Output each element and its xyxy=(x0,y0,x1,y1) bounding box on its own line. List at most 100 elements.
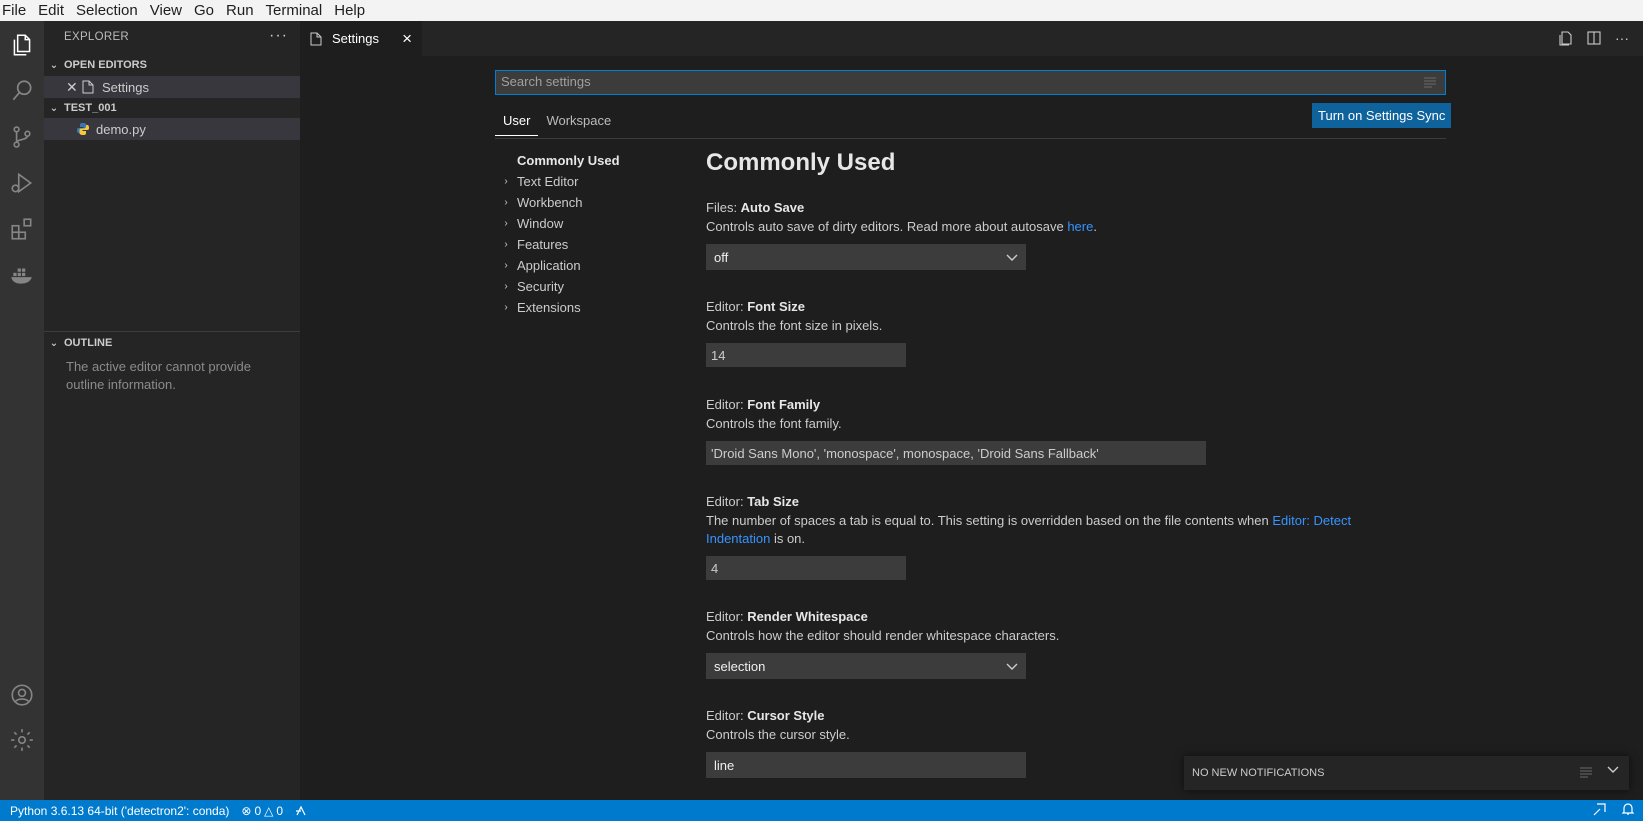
toc-label: Extensions xyxy=(517,299,581,315)
chevron-right-icon: › xyxy=(504,175,508,187)
toc-workbench[interactable]: › Workbench xyxy=(495,191,675,213)
settings-sync-button[interactable]: Turn on Settings Sync xyxy=(1312,103,1452,128)
setting-name: Editor: Font Family xyxy=(706,397,821,412)
file-icon xyxy=(300,32,332,46)
open-editors-header[interactable]: ⌄ OPEN EDITORS xyxy=(44,54,300,76)
file-icon xyxy=(82,80,102,94)
error-icon: ⊗ xyxy=(241,803,252,818)
close-icon[interactable]: × xyxy=(402,29,412,49)
setting-description: The number of spaces a tab is equal to. … xyxy=(706,513,1352,546)
auto-save-select[interactable]: off xyxy=(706,244,1026,270)
select-value: off xyxy=(714,249,729,265)
font-family-input[interactable]: 'Droid Sans Mono', 'monospace', monospac… xyxy=(706,441,1206,465)
chevron-down-icon: ⌄ xyxy=(49,59,59,71)
extensions-icon[interactable] xyxy=(0,207,44,251)
outline-header[interactable]: ⌄ OUTLINE xyxy=(44,332,300,354)
setting-description: Controls how the editor should render wh… xyxy=(706,628,1060,643)
notifications-label: NO NEW NOTIFICATIONS xyxy=(1192,767,1325,779)
toc-label: Workbench xyxy=(517,194,583,210)
close-icon[interactable]: ✕ xyxy=(66,79,82,96)
tab-bar: Settings × ··· xyxy=(300,21,1643,56)
cursor-style-select[interactable]: line xyxy=(706,752,1026,778)
explorer-sidebar: EXPLORER ··· ⌄ OPEN EDITORS ✕ Settings ⌄… xyxy=(44,21,300,800)
search-icon[interactable] xyxy=(0,69,44,113)
chevron-down-icon xyxy=(1006,250,1018,265)
setting-name: Editor: Render Whitespace xyxy=(706,609,868,624)
toc-label: Application xyxy=(517,257,581,273)
tab-user[interactable]: User xyxy=(495,109,539,136)
toc-label: Commonly Used xyxy=(517,152,620,168)
menu-edit[interactable]: Edit xyxy=(32,0,70,21)
open-json-icon[interactable] xyxy=(1557,29,1575,47)
chevron-right-icon: › xyxy=(504,259,508,271)
select-value: selection xyxy=(714,658,766,674)
setting-name: Editor: Cursor Style xyxy=(706,708,825,723)
menu-run[interactable]: Run xyxy=(220,0,260,21)
chevron-down-icon[interactable] xyxy=(1607,765,1619,782)
files-icon[interactable] xyxy=(0,23,44,67)
bell-icon[interactable] xyxy=(1621,802,1635,819)
tab-actions: ··· xyxy=(1557,29,1631,47)
menu-file[interactable]: File xyxy=(0,0,32,21)
search-input[interactable]: Search settings xyxy=(495,70,1446,95)
toc-application[interactable]: › Application xyxy=(495,254,675,276)
menu-go[interactable]: Go xyxy=(188,0,220,21)
tab-size-input[interactable]: 4 xyxy=(706,556,906,580)
autosave-link[interactable]: here xyxy=(1067,219,1093,234)
more-actions-icon[interactable]: ··· xyxy=(269,27,288,45)
remote-explorer-icon[interactable] xyxy=(289,805,315,817)
source-control-icon[interactable] xyxy=(0,115,44,159)
font-size-input[interactable]: 14 xyxy=(706,343,906,367)
warning-icon: △ xyxy=(264,803,274,818)
status-bar: Python 3.6.13 64-bit ('detectron2': cond… xyxy=(0,800,1643,821)
split-editor-icon[interactable] xyxy=(1585,29,1603,47)
chevron-right-icon: › xyxy=(504,301,508,313)
more-actions-icon[interactable]: ··· xyxy=(1613,29,1631,47)
menu-help[interactable]: Help xyxy=(328,0,371,21)
setting-name: Editor: Font Size xyxy=(706,299,805,314)
toc-text-editor[interactable]: › Text Editor xyxy=(495,170,675,192)
section-title: Commonly Used xyxy=(706,149,896,176)
menu-selection[interactable]: Selection xyxy=(70,0,144,21)
open-editor-label: Settings xyxy=(102,79,149,95)
render-whitespace-select[interactable]: selection xyxy=(706,653,1026,679)
setting-description: Controls the font family. xyxy=(706,416,842,431)
select-value: line xyxy=(714,757,735,773)
toc-label: Window xyxy=(517,215,564,231)
docker-icon[interactable] xyxy=(0,253,44,297)
setting-tab-size: Editor: Tab Size The number of spaces a … xyxy=(706,492,1366,580)
outline-label: OUTLINE xyxy=(64,337,113,349)
problems-indicator[interactable]: ⊗ 0 △ 0 xyxy=(235,804,289,818)
toc-label: Text Editor xyxy=(517,173,579,189)
toc-commonly-used[interactable]: Commonly Used xyxy=(495,149,675,171)
python-interpreter[interactable]: Python 3.6.13 64-bit ('detectron2': cond… xyxy=(0,804,235,818)
filter-icon[interactable] xyxy=(1423,75,1437,92)
toc-features[interactable]: › Features xyxy=(495,233,675,255)
scope-tabs-divider xyxy=(495,138,1446,139)
setting-description: Controls the cursor style. xyxy=(706,727,850,742)
tab-workspace[interactable]: Workspace xyxy=(538,109,619,136)
toc-security[interactable]: › Security xyxy=(495,275,675,297)
setting-description: Controls auto save of dirty editors. Rea… xyxy=(706,219,1097,234)
setting-auto-save: Files: Auto Save Controls auto save of d… xyxy=(706,198,1366,270)
file-item-demo[interactable]: demo.py xyxy=(44,118,300,140)
setting-name: Editor: Tab Size xyxy=(706,494,799,509)
feedback-icon[interactable] xyxy=(1593,802,1607,819)
menu-terminal[interactable]: Terminal xyxy=(260,0,329,21)
settings-gear-icon[interactable] xyxy=(0,718,44,762)
toc-extensions[interactable]: › Extensions xyxy=(495,296,675,318)
menu-view[interactable]: View xyxy=(144,0,188,21)
chevron-right-icon: › xyxy=(504,238,508,250)
chevron-down-icon: ⌄ xyxy=(49,337,59,349)
toc-label: Security xyxy=(517,278,564,294)
error-count: 0 xyxy=(254,803,262,818)
tab-settings[interactable]: Settings × xyxy=(300,21,422,56)
account-icon[interactable] xyxy=(0,673,44,717)
clear-all-icon[interactable] xyxy=(1579,765,1593,782)
folder-header[interactable]: ⌄ TEST_001 xyxy=(44,97,300,119)
toc-window[interactable]: › Window xyxy=(495,212,675,234)
open-editor-item[interactable]: ✕ Settings xyxy=(44,76,300,98)
run-debug-icon[interactable] xyxy=(0,161,44,205)
setting-font-family: Editor: Font Family Controls the font fa… xyxy=(706,395,1366,465)
chevron-right-icon: › xyxy=(504,280,508,292)
